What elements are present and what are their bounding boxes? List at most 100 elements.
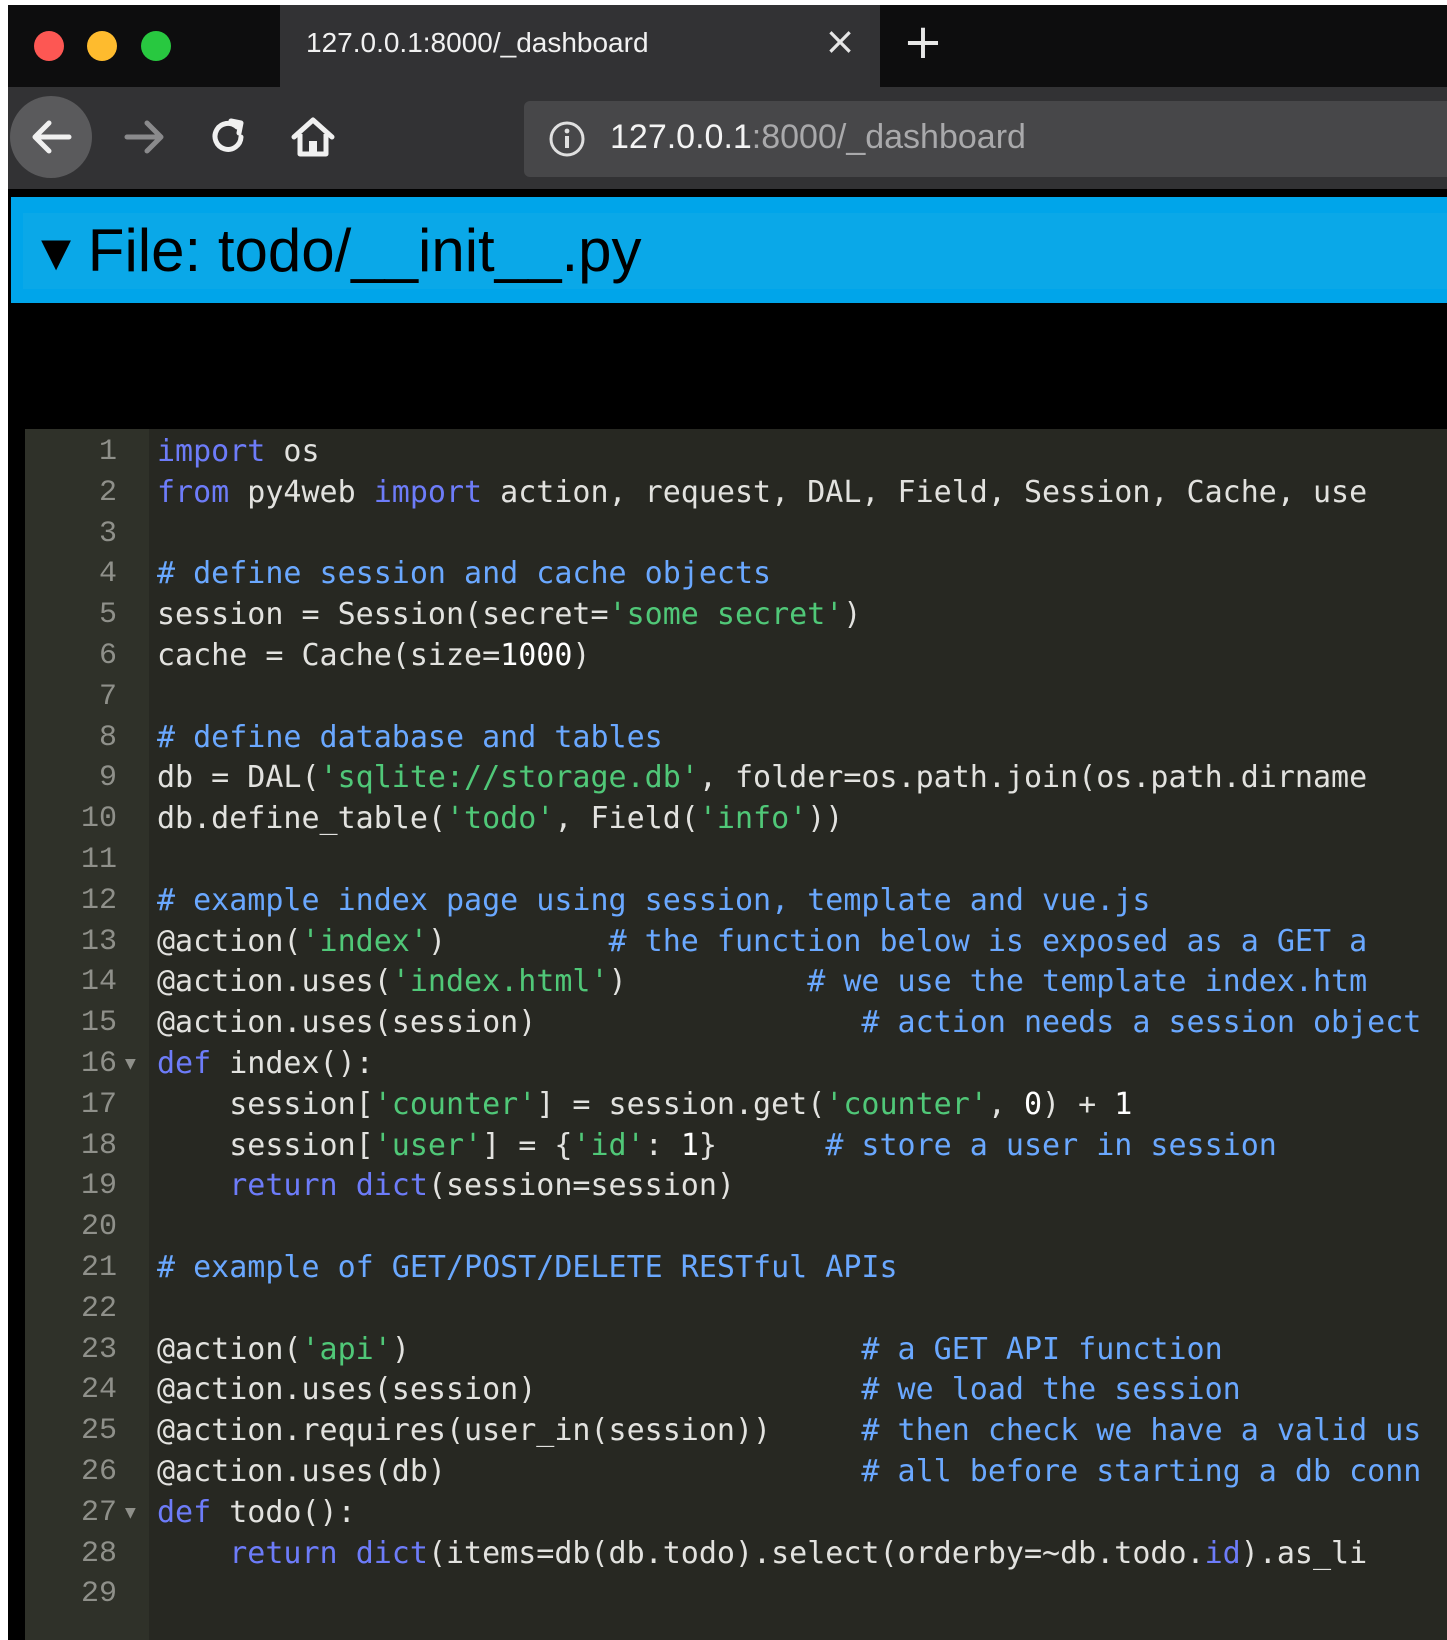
code-token: @action.uses( [157, 964, 392, 1000]
code-line[interactable]: return dict(session=session) [157, 1165, 735, 1207]
code-token: import [373, 474, 483, 510]
line-number: 16 [80, 1047, 117, 1081]
code-line[interactable]: import os [157, 431, 320, 473]
window-close-button[interactable] [34, 31, 64, 61]
code-area[interactable]: import os from py4web import action, requ… [157, 429, 1447, 1640]
reload-button[interactable] [188, 96, 270, 178]
code-line[interactable]: session['user'] = {'id': 1} # store a us… [157, 1125, 1277, 1167]
code-token: db.define_table( [157, 801, 446, 837]
window-minimize-button[interactable] [87, 31, 117, 61]
line-number: 25 [80, 1414, 117, 1449]
tab-close-icon[interactable]: × [820, 21, 860, 61]
file-title[interactable]: ▾ File: todo/__init__.py [41, 215, 641, 287]
code-line[interactable]: session = Session(secret='some secret') [157, 594, 861, 636]
code-line[interactable]: @action.uses(db) # all before starting a… [157, 1451, 1421, 1493]
line-number: 6 [98, 639, 117, 673]
line-number: 2 [98, 475, 117, 510]
code-token: 'counter' [373, 1086, 537, 1122]
code-line[interactable]: def todo(): [157, 1492, 356, 1534]
home-icon [291, 117, 335, 157]
code-token: ) [427, 923, 609, 959]
code-line[interactable]: return dict(items=db(db.todo).select(ord… [157, 1533, 1367, 1575]
code-line[interactable]: @action.uses(session) # we load the sess… [157, 1369, 1241, 1411]
code-line[interactable]: @action('index') # the function below is… [157, 921, 1367, 963]
code-line[interactable]: @action.requires(user_in(session)) # the… [157, 1410, 1421, 1452]
url-path: :8000/_dashboard [751, 118, 1026, 156]
code-line[interactable]: # example index page using session, temp… [157, 880, 1150, 922]
browser-tab[interactable]: 127.0.0.1:8000/_dashboard × [280, 5, 880, 87]
code-token: session[ [157, 1127, 374, 1163]
code-token: : [644, 1127, 681, 1163]
code-line[interactable]: # define session and cache objects [157, 553, 771, 595]
code-token: 'index.html' [391, 964, 609, 1000]
code-token: )) [807, 801, 844, 837]
code-token: 'id' [572, 1127, 645, 1163]
reload-icon [212, 118, 244, 152]
browser-window: 127.0.0.1:8000/_dashboard × + 127.0.0.1:… [8, 5, 1447, 1640]
code-token: @action( [157, 923, 302, 959]
code-token: action, request, DAL, Field, Session, Ca… [482, 474, 1368, 510]
home-button[interactable] [272, 96, 354, 178]
code-token: ) + [1042, 1086, 1115, 1122]
code-line[interactable]: @action('api') # a GET API function [157, 1329, 1223, 1371]
line-number: 18 [80, 1128, 117, 1163]
code-token: 0 [1023, 1086, 1043, 1122]
code-line[interactable]: db = DAL('sqlite://storage.db', folder=o… [157, 757, 1367, 799]
code-token: ).as_li [1240, 1535, 1368, 1571]
info-icon[interactable] [548, 120, 586, 158]
code-line[interactable]: @action.uses(session) # action needs a s… [157, 1002, 1421, 1044]
code-token: def [157, 1494, 212, 1530]
code-token: index(): [211, 1046, 374, 1081]
address-bar[interactable]: 127.0.0.1:8000/_dashboard [524, 101, 1447, 177]
url-host: 127.0.0.1 [610, 118, 752, 156]
back-arrow-icon [32, 120, 72, 154]
code-token: return [229, 1168, 338, 1204]
code-line[interactable]: def index(): [157, 1043, 374, 1085]
line-number: 7 [98, 679, 117, 714]
code-token: id [1204, 1535, 1241, 1571]
code-token: 1000 [500, 638, 573, 673]
code-token: def [157, 1046, 212, 1081]
code-token: (items=db(db.todo).select(orderby=~db.to… [427, 1535, 1205, 1571]
code-token: 'counter' [825, 1086, 988, 1122]
url-text[interactable]: 127.0.0.1:8000/_dashboard [610, 118, 1026, 157]
line-number: 8 [98, 720, 117, 755]
code-token: todo(): [211, 1494, 356, 1530]
file-header[interactable]: ▾ File: todo/__init__.py [11, 197, 1447, 303]
code-token: # define session and cache objects [157, 556, 772, 592]
new-tab-icon[interactable]: + [898, 18, 948, 68]
back-button[interactable] [10, 96, 92, 178]
code-line[interactable]: db.define_table('todo', Field('info')) [157, 798, 843, 840]
code-token: session = Session(secret= [157, 597, 609, 633]
code-token: (session=session) [427, 1168, 735, 1204]
code-line[interactable]: session['counter'] = session.get('counte… [157, 1084, 1132, 1126]
window-maximize-button[interactable] [141, 31, 171, 61]
code-token: ) [843, 597, 862, 633]
code-token: # define database and tables [157, 719, 663, 755]
tab-title: 127.0.0.1:8000/_dashboard [306, 27, 649, 58]
code-line[interactable]: from py4web import action, request, DAL,… [157, 472, 1367, 514]
line-number: 19 [80, 1169, 117, 1204]
code-token: 'info' [698, 801, 808, 837]
code-editor[interactable]: 1 2 3 4 5 6 7 8 9 10 11 12 13 14 15 16 ▼ 17 18 19 20 21 22 23 24… [25, 429, 1447, 1640]
code-line[interactable]: @action.uses('index.html') # we use the … [157, 961, 1367, 1003]
code-token: dict [355, 1168, 428, 1204]
code-token: ) [608, 964, 808, 1000]
fold-arrow-icon[interactable]: ▼ [125, 1043, 139, 1085]
code-token: 'api' [301, 1331, 392, 1367]
code-line[interactable]: # example of GET/POST/DELETE RESTful API… [157, 1247, 898, 1289]
code-line[interactable]: cache = Cache(size=1000) [157, 635, 590, 677]
code-line[interactable]: # define database and tables [157, 717, 663, 759]
fold-arrow-icon[interactable]: ▼ [125, 1492, 139, 1534]
line-number: 13 [80, 924, 117, 959]
code-token: dict [355, 1535, 428, 1571]
forward-button[interactable] [104, 96, 186, 178]
code-token: 1 [1114, 1086, 1133, 1122]
code-token: , folder=os.path.join(os.path.dirname [698, 760, 1368, 796]
file-title-text: File: todo/__init__.py [87, 217, 642, 284]
code-token: # we load the session [861, 1372, 1241, 1408]
collapse-toggle-icon[interactable]: ▾ [41, 217, 71, 284]
code-token: # all before starting a db conn [861, 1454, 1422, 1489]
